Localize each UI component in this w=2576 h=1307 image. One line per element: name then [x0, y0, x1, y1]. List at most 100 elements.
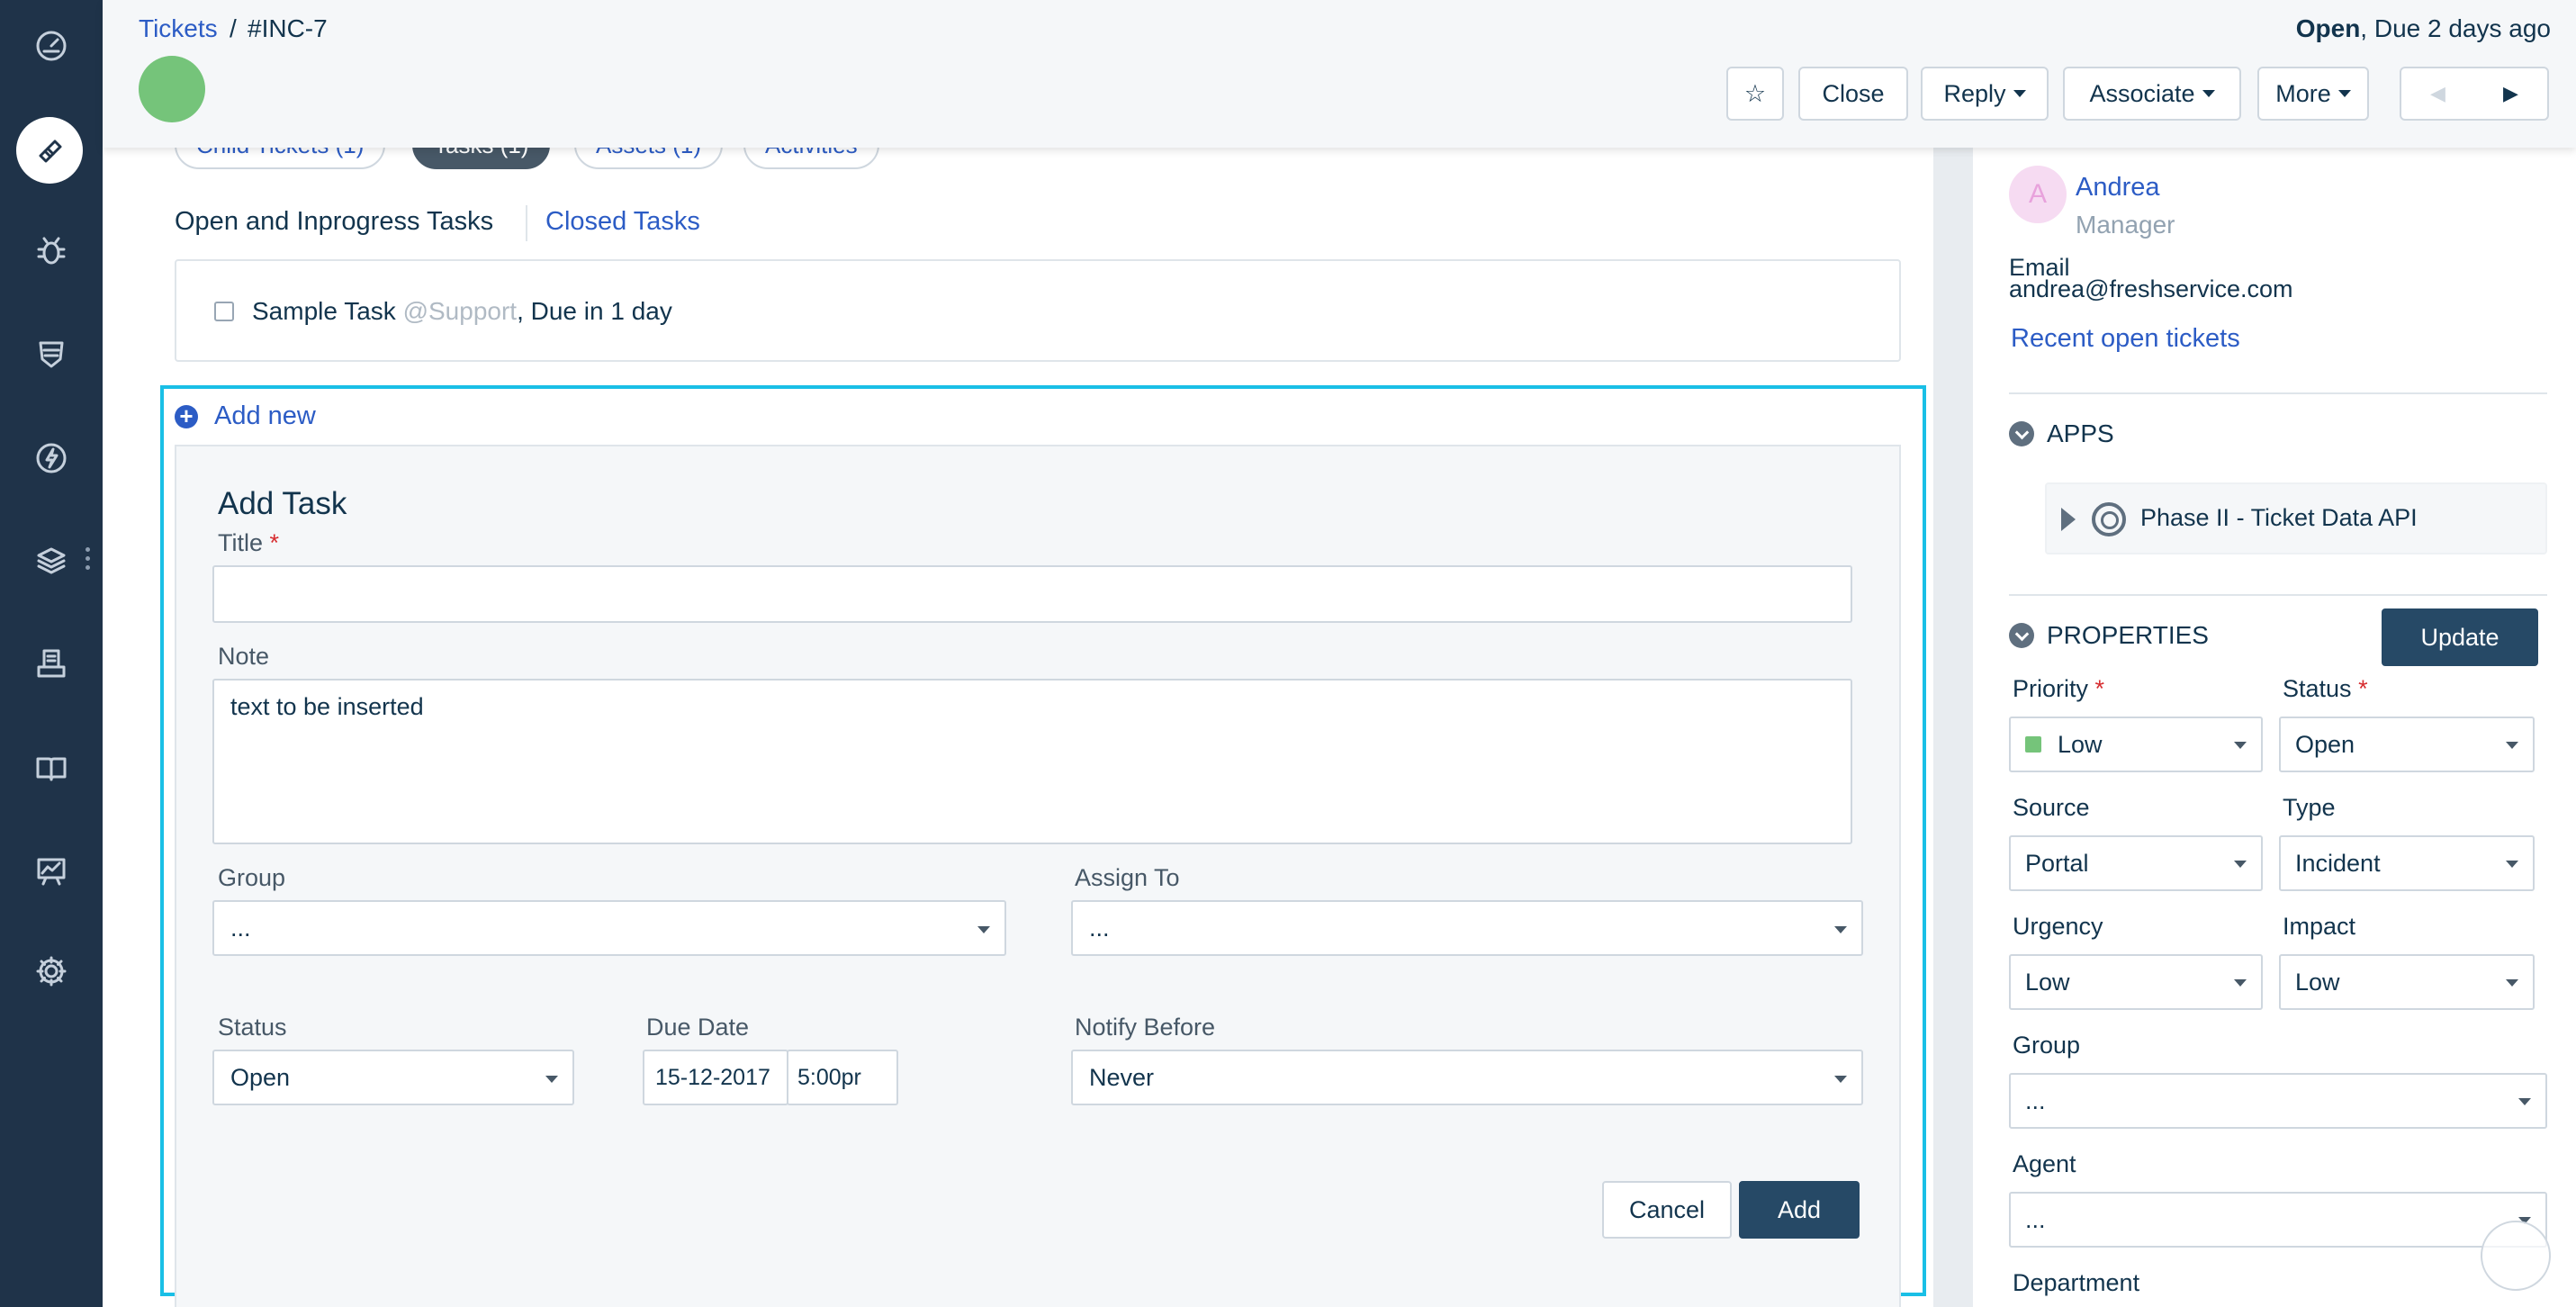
group-label: Group: [218, 864, 286, 891]
reports-icon[interactable]: [27, 846, 76, 895]
breadcrumb-tickets-link[interactable]: Tickets: [139, 14, 218, 43]
properties-heading: PROPERTIES: [2047, 621, 2209, 649]
chevron-down-icon: [2506, 742, 2518, 749]
reply-label: Reply: [1943, 79, 2006, 107]
chevron-down-icon: [1834, 1076, 1847, 1083]
requester-title: Manager: [2076, 211, 2175, 239]
filter-divider: [526, 205, 527, 241]
add-new-task-link[interactable]: + Add new: [175, 401, 316, 431]
chevron-down-icon: [1834, 926, 1847, 933]
cancel-button[interactable]: Cancel: [1602, 1181, 1732, 1239]
prop-group-select[interactable]: ...: [2009, 1073, 2547, 1129]
recent-open-tickets-link[interactable]: Recent open tickets: [2011, 324, 2240, 354]
next-ticket-icon[interactable]: ▶: [2503, 82, 2518, 105]
prop-status-label-text: Status: [2283, 675, 2352, 702]
type-label: Type: [2283, 794, 2336, 821]
task-item[interactable]: Sample Task @Support, Due in 1 day: [252, 297, 672, 326]
solutions-icon[interactable]: [27, 744, 76, 792]
nav-more-dots[interactable]: [86, 547, 91, 572]
associate-label: Associate: [2089, 79, 2195, 107]
chevron-down-icon: [2518, 1098, 2531, 1105]
chevron-down-icon: [545, 1076, 558, 1083]
required-mark: *: [2358, 675, 2368, 702]
chevron-down-icon: [2013, 90, 2026, 97]
prev-ticket-icon[interactable]: ◀: [2430, 82, 2445, 105]
chevron-down-icon: [977, 926, 990, 933]
notify-before-select[interactable]: Never: [1071, 1050, 1863, 1105]
plus-circle-icon: +: [175, 404, 198, 428]
chevron-down-icon: [2234, 979, 2247, 987]
close-button[interactable]: Close: [1798, 67, 1908, 121]
prop-status-value: Open: [2295, 730, 2355, 758]
app-logo-icon: [2092, 502, 2126, 536]
apps-heading: APPS: [2047, 419, 2114, 447]
divider: [2009, 594, 2547, 596]
due-time-input[interactable]: 5:00pr: [787, 1050, 898, 1105]
associate-button[interactable]: Associate: [2063, 67, 2241, 121]
panel-separator: [1933, 148, 1973, 1307]
update-button[interactable]: Update: [2382, 608, 2538, 666]
prop-status-select[interactable]: Open: [2279, 717, 2535, 772]
reply-button[interactable]: Reply: [1921, 67, 2049, 121]
required-mark: *: [2094, 675, 2105, 702]
tickets-icon[interactable]: [16, 117, 83, 184]
releases-icon[interactable]: [27, 434, 76, 482]
app-item[interactable]: Phase II - Ticket Data API: [2045, 482, 2547, 554]
urgency-select[interactable]: Low: [2009, 954, 2263, 1010]
task-title: Sample Task: [252, 297, 396, 325]
notify-before-label: Notify Before: [1075, 1014, 1216, 1041]
closed-tasks-filter[interactable]: Closed Tasks: [545, 207, 700, 237]
task-title-input[interactable]: [212, 565, 1852, 623]
settings-icon[interactable]: [27, 947, 76, 996]
agent-select[interactable]: ...: [2009, 1192, 2547, 1248]
chevron-down-icon: [2009, 421, 2034, 446]
left-nav: [0, 0, 103, 1307]
chevron-down-icon: [2337, 90, 2351, 97]
group-value: ...: [230, 914, 251, 942]
source-value: Portal: [2025, 849, 2089, 877]
chevron-down-icon: [2234, 861, 2247, 868]
properties-section-toggle[interactable]: PROPERTIES: [2009, 621, 2209, 650]
chevron-down-icon: [2202, 90, 2215, 97]
notify-before-value: Never: [1089, 1063, 1155, 1091]
urgency-value: Low: [2025, 968, 2070, 996]
contracts-icon[interactable]: [27, 639, 76, 688]
changes-icon[interactable]: [27, 329, 76, 378]
open-tasks-filter[interactable]: Open and Inprogress Tasks: [175, 207, 493, 237]
more-label: More: [2275, 79, 2331, 107]
assign-to-label: Assign To: [1075, 864, 1180, 891]
add-task-button[interactable]: Add: [1739, 1181, 1860, 1239]
requester-name-link[interactable]: Andrea: [2076, 173, 2160, 203]
problems-icon[interactable]: [27, 227, 76, 275]
group-select[interactable]: ...: [212, 900, 1006, 956]
status-select[interactable]: Open: [212, 1050, 574, 1105]
scroll-to-top-button[interactable]: [2481, 1221, 2551, 1291]
note-label: Note: [218, 643, 270, 670]
task-group: @Support: [402, 297, 518, 325]
divider: [2009, 392, 2547, 394]
priority-select[interactable]: Low: [2009, 717, 2263, 772]
assign-to-value: ...: [1089, 914, 1110, 942]
type-select[interactable]: Incident: [2279, 835, 2535, 891]
chevron-down-icon: [2234, 742, 2247, 749]
task-due: , Due in 1 day: [517, 297, 672, 325]
task-checkbox[interactable]: [214, 302, 234, 321]
due-date-input[interactable]: 15-12-2017: [643, 1050, 788, 1105]
assign-to-select[interactable]: ...: [1071, 900, 1863, 956]
task-note-textarea[interactable]: text to be inserted: [212, 679, 1852, 844]
impact-select[interactable]: Low: [2279, 954, 2535, 1010]
requester-email: andrea@freshservice.com: [2009, 275, 2293, 302]
star-button[interactable]: ☆: [1726, 67, 1784, 121]
prop-status-label: Status *: [2283, 675, 2368, 703]
priority-value: Low: [2058, 730, 2103, 758]
priority-label-text: Priority: [2013, 675, 2089, 702]
chevron-down-icon: [2506, 861, 2518, 868]
apps-section-toggle[interactable]: APPS: [2009, 419, 2114, 448]
more-button[interactable]: More: [2257, 67, 2369, 121]
assets-icon[interactable]: [27, 536, 76, 585]
source-select[interactable]: Portal: [2009, 835, 2263, 891]
required-mark: *: [269, 529, 280, 556]
department-label: Department: [2013, 1269, 2140, 1296]
dashboard-icon[interactable]: [27, 22, 76, 70]
title-label: Title *: [218, 529, 279, 557]
